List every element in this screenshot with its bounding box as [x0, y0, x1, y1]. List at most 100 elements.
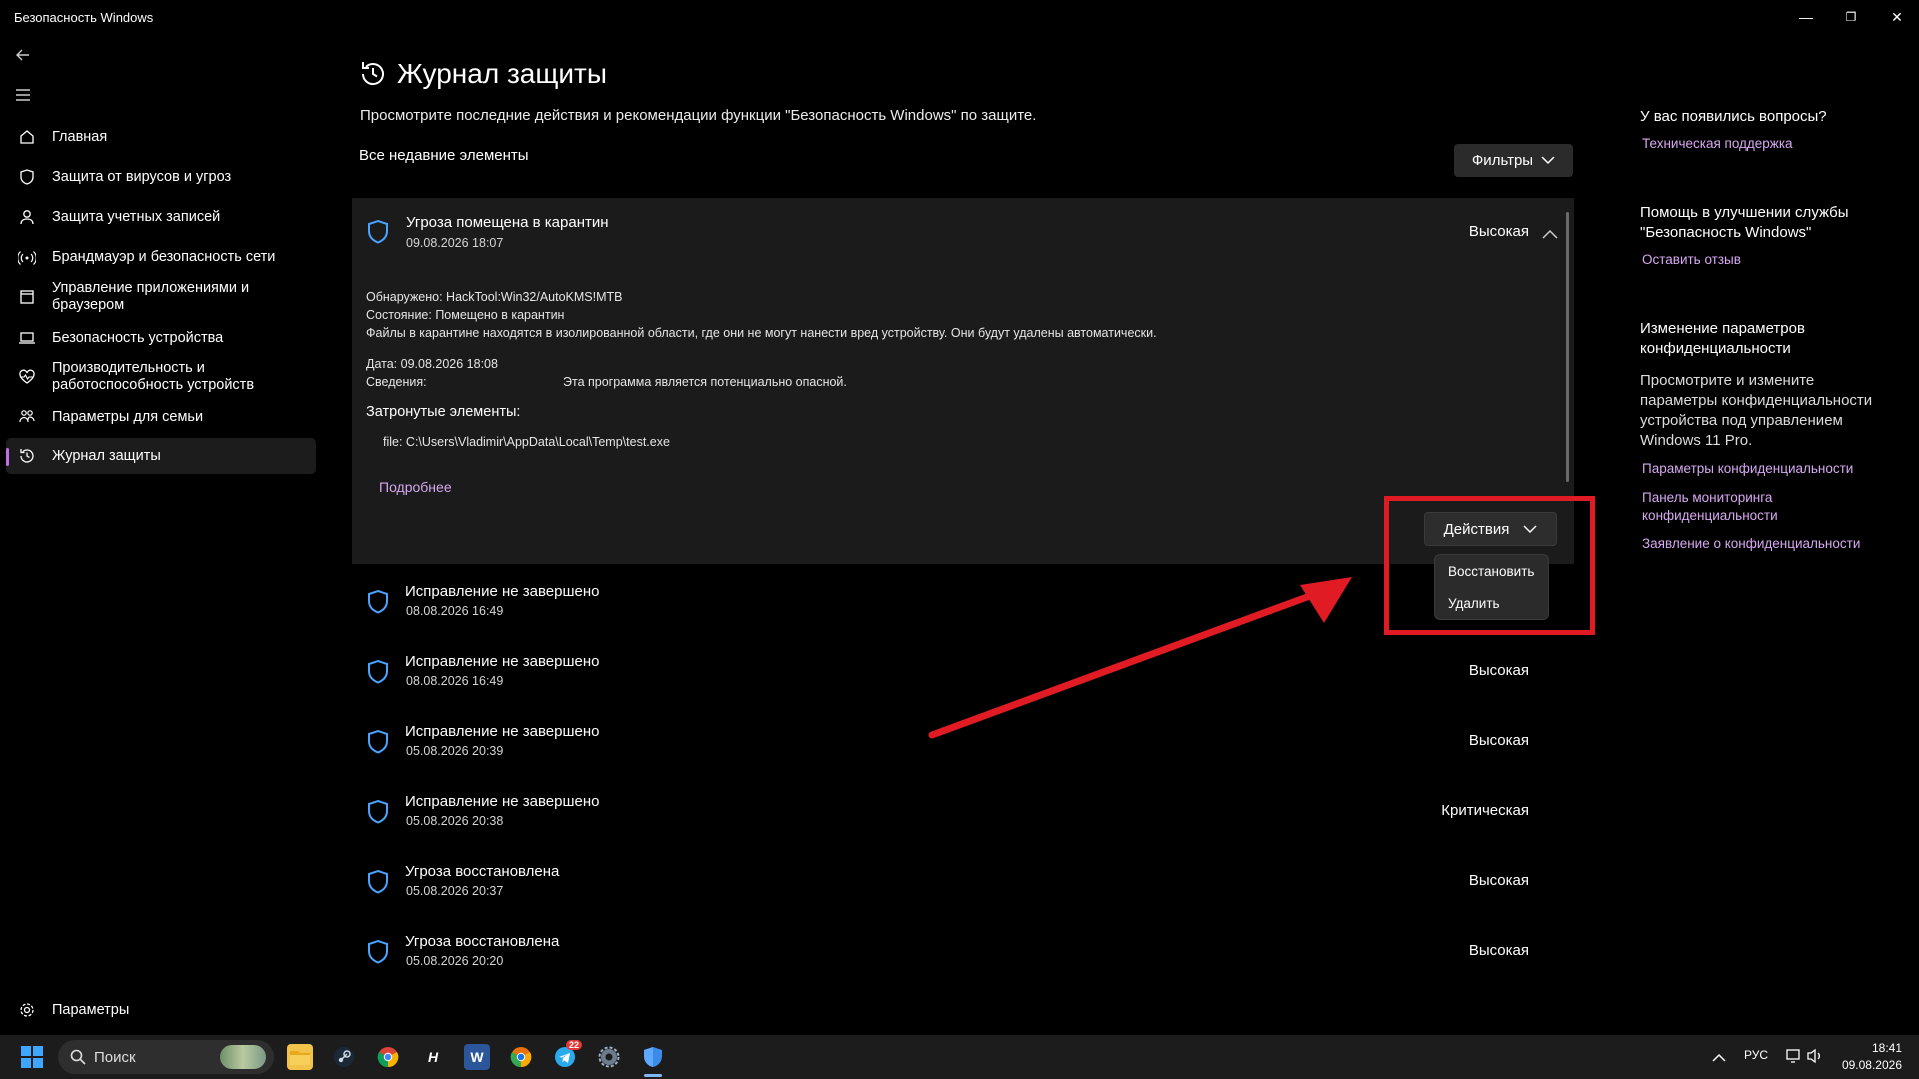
sidebar-item-apps[interactable]: Управление приложениями и браузером [6, 279, 316, 315]
item-title[interactable]: Исправление не завершено [405, 583, 599, 600]
sidebar-item-label: Параметры для семьи [52, 409, 204, 425]
shield-icon [366, 939, 390, 970]
sidebar-item-performance[interactable]: Производительность и работоспособность у… [6, 359, 316, 395]
item-title[interactable]: Угроза помещена в карантин [406, 214, 609, 231]
chrome-icon[interactable] [375, 1044, 401, 1070]
info-value: Эта программа является потенциально опас… [563, 375, 847, 389]
clock[interactable]: 18:41 09.08.2026 [1838, 1040, 1902, 1074]
item-severity: Высокая [1468, 872, 1529, 889]
shield-icon [16, 168, 38, 186]
search-highlight-image [220, 1045, 266, 1069]
item-date: 05.08.2026 20:20 [406, 954, 504, 968]
settings-icon[interactable] [596, 1044, 622, 1070]
chevron-up-icon [1712, 1053, 1726, 1062]
history-icon [16, 447, 38, 465]
detected-text: Обнаружено: HackTool:Win32/AutoKMS!MTB [366, 290, 623, 304]
more-link[interactable]: Подробнее [379, 479, 452, 495]
privacy-dashboard-link[interactable]: Панель мониторинга [1642, 489, 1772, 507]
item-date: 09.08.2026 18:07 [406, 236, 504, 250]
item-title[interactable]: Исправление не завершено [405, 723, 599, 740]
network-volume-icon [1786, 1048, 1820, 1064]
feedback-link[interactable]: Оставить отзыв [1642, 251, 1741, 269]
word-icon[interactable]: W [464, 1044, 490, 1070]
h-app-icon[interactable]: H [420, 1044, 446, 1070]
start-button[interactable] [20, 1045, 44, 1074]
shield-icon [366, 219, 390, 250]
search-placeholder: Поиск [94, 1048, 136, 1066]
sidebar-item-protection-history[interactable]: Журнал защиты [6, 438, 316, 474]
minimize-button[interactable]: — [1795, 6, 1817, 28]
item-date: 08.08.2026 16:49 [406, 604, 504, 618]
window-icon [16, 288, 38, 306]
restore-button[interactable]: ❐ [1840, 6, 1862, 28]
page-history-icon [358, 59, 388, 94]
close-button[interactable]: ✕ [1886, 6, 1908, 28]
clock-date: 09.08.2026 [1841, 1058, 1902, 1072]
page-title: Журнал защиты [397, 58, 607, 89]
detail-date: Дата: 09.08.2026 18:08 [366, 357, 498, 371]
sidebar-item-device-security[interactable]: Безопасность устройства [6, 326, 316, 350]
shield-icon [366, 659, 390, 690]
chevron-down-icon [1541, 156, 1555, 165]
laptop-icon [16, 329, 38, 347]
shield-icon [366, 869, 390, 900]
sidebar-item-label: Параметры [52, 1002, 130, 1018]
sidebar-item-settings[interactable]: Параметры [6, 998, 316, 1022]
steam-icon[interactable] [331, 1044, 357, 1070]
sidebar-item-label: Безопасность устройства [52, 330, 224, 346]
filters-label: Фильтры [1471, 152, 1534, 169]
item-severity: Высокая [1468, 223, 1529, 240]
menu-button[interactable] [14, 86, 36, 108]
card-scrollbar[interactable] [1566, 212, 1569, 482]
improve-heading: Помощь в улучшении службы [1640, 204, 1849, 221]
defender-icon[interactable] [640, 1044, 666, 1070]
item-title[interactable]: Угроза восстановлена [405, 863, 559, 880]
window-title: Безопасность Windows [14, 10, 154, 25]
privacy-dashboard-link-2[interactable]: конфиденциальности [1642, 507, 1778, 525]
item-title[interactable]: Угроза восстановлена [405, 933, 559, 950]
affected-heading: Затронутые элементы: [366, 404, 521, 420]
item-severity: Высокая [1468, 662, 1529, 679]
support-link[interactable]: Техническая поддержка [1642, 135, 1793, 153]
collapse-button[interactable] [1542, 226, 1558, 244]
tray-icons[interactable] [1786, 1047, 1826, 1070]
telegram-icon[interactable]: 22 [552, 1040, 583, 1070]
filters-button[interactable]: Фильтры [1454, 144, 1573, 177]
sidebar-item-label: Брандмауэр и безопасность сети [52, 249, 276, 265]
questions-heading: У вас появились вопросы? [1640, 108, 1827, 125]
privacy-text: параметры конфиденциальности [1640, 392, 1873, 409]
item-severity: Высокая [1468, 732, 1529, 749]
hamburger-icon [16, 89, 30, 101]
item-severity: Высокая [1468, 942, 1529, 959]
info-label: Сведения: [366, 375, 427, 389]
sidebar-item-firewall[interactable]: Брандмауэр и безопасность сети [6, 245, 316, 269]
sidebar-item-home[interactable]: Главная [6, 125, 316, 149]
privacy-statement-link[interactable]: Заявление о конфиденциальности [1642, 535, 1860, 553]
family-icon [16, 408, 38, 426]
back-button[interactable] [14, 46, 36, 68]
active-app-indicator [644, 1074, 662, 1077]
chrome-beta-icon[interactable] [508, 1044, 534, 1070]
item-title[interactable]: Исправление не завершено [405, 793, 599, 810]
file-explorer-icon[interactable] [287, 1044, 313, 1070]
privacy-settings-link[interactable]: Параметры конфиденциальности [1642, 460, 1853, 478]
gear-icon [16, 1001, 38, 1019]
state-text: Состояние: Помещено в карантин [366, 308, 565, 322]
privacy-heading: Изменение параметров [1640, 320, 1805, 337]
sidebar-item-virus[interactable]: Защита от вирусов и угроз [6, 165, 316, 189]
taskbar-search[interactable]: Поиск [58, 1040, 274, 1074]
language-indicator[interactable]: РУС [1744, 1048, 1768, 1062]
privacy-text: Просмотрите и измените [1640, 372, 1815, 389]
windows-logo-icon [21, 1046, 43, 1068]
sidebar-item-accounts[interactable]: Защита учетных записей [6, 205, 316, 229]
chevron-up-icon [1542, 229, 1558, 239]
item-title[interactable]: Исправление не завершено [405, 653, 599, 670]
sidebar-item-family[interactable]: Параметры для семьи [6, 405, 316, 429]
shield-icon [366, 589, 390, 620]
sidebar-item-label: Журнал защиты [52, 448, 161, 464]
search-icon [70, 1049, 86, 1065]
tray-overflow-button[interactable] [1712, 1050, 1726, 1068]
clock-time: 18:41 [1871, 1041, 1902, 1055]
shield-icon [366, 729, 390, 760]
highlight-annotation-box [1384, 496, 1595, 635]
